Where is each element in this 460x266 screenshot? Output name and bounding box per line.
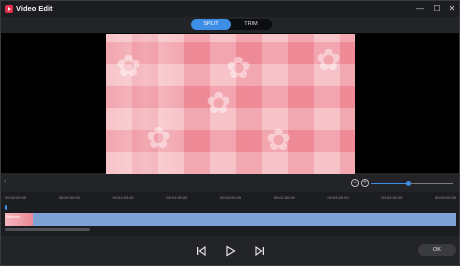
zoom-out-icon[interactable]: − <box>351 179 359 187</box>
pattern-flower-icon: ✿ <box>206 87 232 120</box>
playhead[interactable] <box>5 205 7 210</box>
pattern-flower-icon: ✿ <box>316 44 342 77</box>
video-track[interactable]: Windows <box>5 213 456 226</box>
zoom-bar: ‹ − + <box>1 174 459 192</box>
zoom-in-icon[interactable]: + <box>361 179 369 187</box>
pattern-flower-icon: ✿ <box>116 50 142 83</box>
collapse-icon[interactable]: ‹ <box>4 178 6 185</box>
trim-tab[interactable]: TRIM <box>231 19 271 30</box>
mode-toggle: SPLIT TRIM <box>191 19 272 30</box>
video-preview: ✿ ✿ ✿ ✿ ✿ ✿ <box>106 34 355 174</box>
zoom-slider[interactable] <box>371 181 453 186</box>
ruler-tick-label: 00:00:30.00 <box>58 195 80 200</box>
title-bar: Video Edit — ☐ ✕ <box>1 1 459 17</box>
ruler-tick-label: 00:00:00.00 <box>5 195 27 200</box>
preview-area: ✿ ✿ ✿ ✿ ✿ ✿ <box>1 33 459 174</box>
ruler-tick-label: 00:02:30.00 <box>273 195 295 200</box>
ruler-tick-label: 00:04:00.00 <box>435 195 457 200</box>
ok-button[interactable]: OK <box>418 244 456 256</box>
minimize-button[interactable]: — <box>414 3 426 15</box>
video-edit-window: Video Edit — ☐ ✕ SPLIT TRIM ✿ ✿ ✿ ✿ ✿ ✿ … <box>0 0 460 266</box>
ruler-tick-label: 00:01:30.00 <box>166 195 188 200</box>
ruler-tick-label: 00:02:00.00 <box>220 195 242 200</box>
time-ruler[interactable]: 00:00:00.00 00:00:30.00 00:01:00.00 00:01:3… <box>1 195 459 205</box>
timeline-scrollbar[interactable] <box>5 228 90 231</box>
skip-next-icon[interactable] <box>253 244 267 258</box>
skip-previous-icon[interactable] <box>194 244 208 258</box>
pattern-flower-icon: ✿ <box>266 124 292 157</box>
zoom-slider-handle[interactable] <box>406 181 412 186</box>
play-icon[interactable] <box>223 244 237 258</box>
timeline: 00:00:00.00 00:00:30.00 00:01:00.00 00:01:3… <box>1 192 459 236</box>
ruler-tick-label: 00:03:00.00 <box>327 195 349 200</box>
split-tab[interactable]: SPLIT <box>191 19 231 30</box>
transport-controls <box>1 237 459 265</box>
clip-thumbnail[interactable]: Windows <box>5 213 33 226</box>
app-icon <box>5 5 13 13</box>
window-title: Video Edit <box>16 4 53 13</box>
ruler-tick-label: 00:03:30.00 <box>381 195 403 200</box>
ruler-tick-label: 00:01:00.00 <box>112 195 134 200</box>
pattern-flower-icon: ✿ <box>146 122 172 155</box>
zoom-slider-fill <box>371 183 409 184</box>
close-button[interactable]: ✕ <box>446 3 458 15</box>
maximize-button[interactable]: ☐ <box>431 3 443 15</box>
pattern-flower-icon: ✿ <box>226 52 252 85</box>
